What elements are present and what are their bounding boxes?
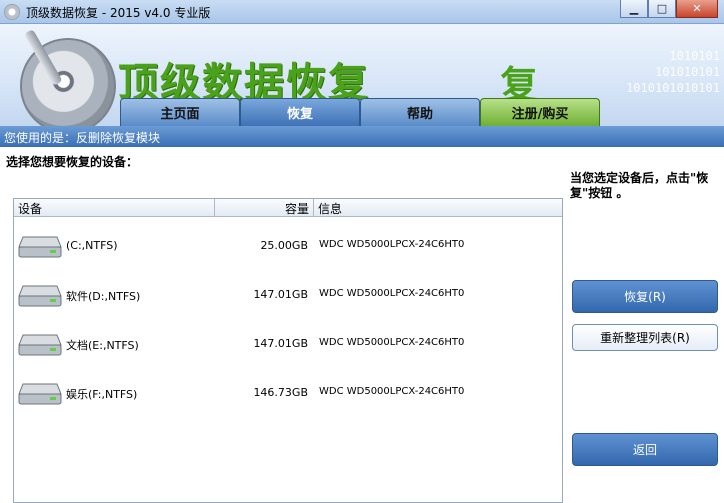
device-row[interactable]: 软件(D:,NTFS) 147.01GB WDC WD5000LPCX-24C6… (14, 274, 562, 314)
device-capacity: 146.73GB (253, 386, 308, 399)
module-status-bar: 您使用的是：反删除恢复模块 (0, 126, 724, 147)
column-header-capacity[interactable]: 容量 (215, 199, 314, 216)
back-button[interactable]: 返回 (572, 433, 718, 466)
binary-decoration: 1010101 101010101 1010101010101 (626, 49, 720, 95)
refresh-list-button[interactable]: 重新整理列表(R) (572, 324, 718, 351)
device-name: (C:,NTFS) (66, 239, 118, 252)
device-row[interactable]: (C:,NTFS) 25.00GB WDC WD5000LPCX-24C6HT0 (14, 225, 562, 265)
hard-drive-icon (18, 236, 62, 258)
window-title: 顶级数据恢复 - 2015 v4.0 专业版 (26, 6, 211, 20)
device-select-prompt: 选择您想要恢复的设备： (6, 155, 139, 169)
device-row[interactable]: 文档(E:,NTFS) 147.01GB WDC WD5000LPCX-24C6… (14, 323, 562, 363)
maximize-button[interactable]: □ (648, 0, 676, 18)
device-row[interactable]: 娱乐(F:,NTFS) 146.73GB WDC WD5000LPCX-24C6… (14, 372, 562, 412)
title-bar: 顶级数据恢复 - 2015 v4.0 专业版 ▁ □ ✕ (0, 0, 724, 24)
device-name: 文档(E:,NTFS) (66, 339, 139, 352)
column-header-info[interactable]: 信息 (314, 199, 562, 216)
tab-home[interactable]: 主页面 (120, 98, 240, 126)
recover-button[interactable]: 恢复(R) (572, 280, 718, 313)
hard-drive-icon (18, 334, 62, 356)
device-info: WDC WD5000LPCX-24C6HT0 (319, 239, 465, 250)
window-controls: ▁ □ ✕ (620, 0, 718, 18)
tab-help[interactable]: 帮助 (360, 98, 480, 126)
minimize-button[interactable]: ▁ (620, 0, 648, 18)
main-panel: 选择您想要恢复的设备： 当您选定设备后，点击"恢复"按钮 。 设备 容量 信息 … (0, 147, 724, 503)
device-info: WDC WD5000LPCX-24C6HT0 (319, 288, 465, 299)
tab-recover[interactable]: 恢复 (240, 98, 360, 126)
device-capacity: 147.01GB (253, 288, 308, 301)
device-capacity: 147.01GB (253, 337, 308, 350)
column-header-device[interactable]: 设备 (14, 199, 215, 216)
instruction-hint: 当您选定设备后，点击"恢复"按钮 。 (570, 171, 709, 200)
tab-register[interactable]: 注册/购买 (480, 98, 600, 126)
hard-drive-icon (18, 285, 62, 307)
device-info: WDC WD5000LPCX-24C6HT0 (319, 386, 465, 397)
hard-drive-icon (18, 383, 62, 405)
device-list[interactable]: 设备 容量 信息 (C:,NTFS) 25.00GB WDC WD5000LPC… (13, 198, 563, 503)
device-name: 软件(D:,NTFS) (66, 290, 141, 303)
close-button[interactable]: ✕ (676, 0, 718, 18)
device-list-header: 设备 容量 信息 (14, 199, 562, 217)
main-tabs: 主页面 恢复 帮助 注册/购买 (120, 98, 600, 126)
device-info: WDC WD5000LPCX-24C6HT0 (319, 337, 465, 348)
app-disk-icon (4, 4, 20, 20)
device-capacity: 25.00GB (260, 239, 308, 252)
device-name: 娱乐(F:,NTFS) (66, 388, 138, 401)
